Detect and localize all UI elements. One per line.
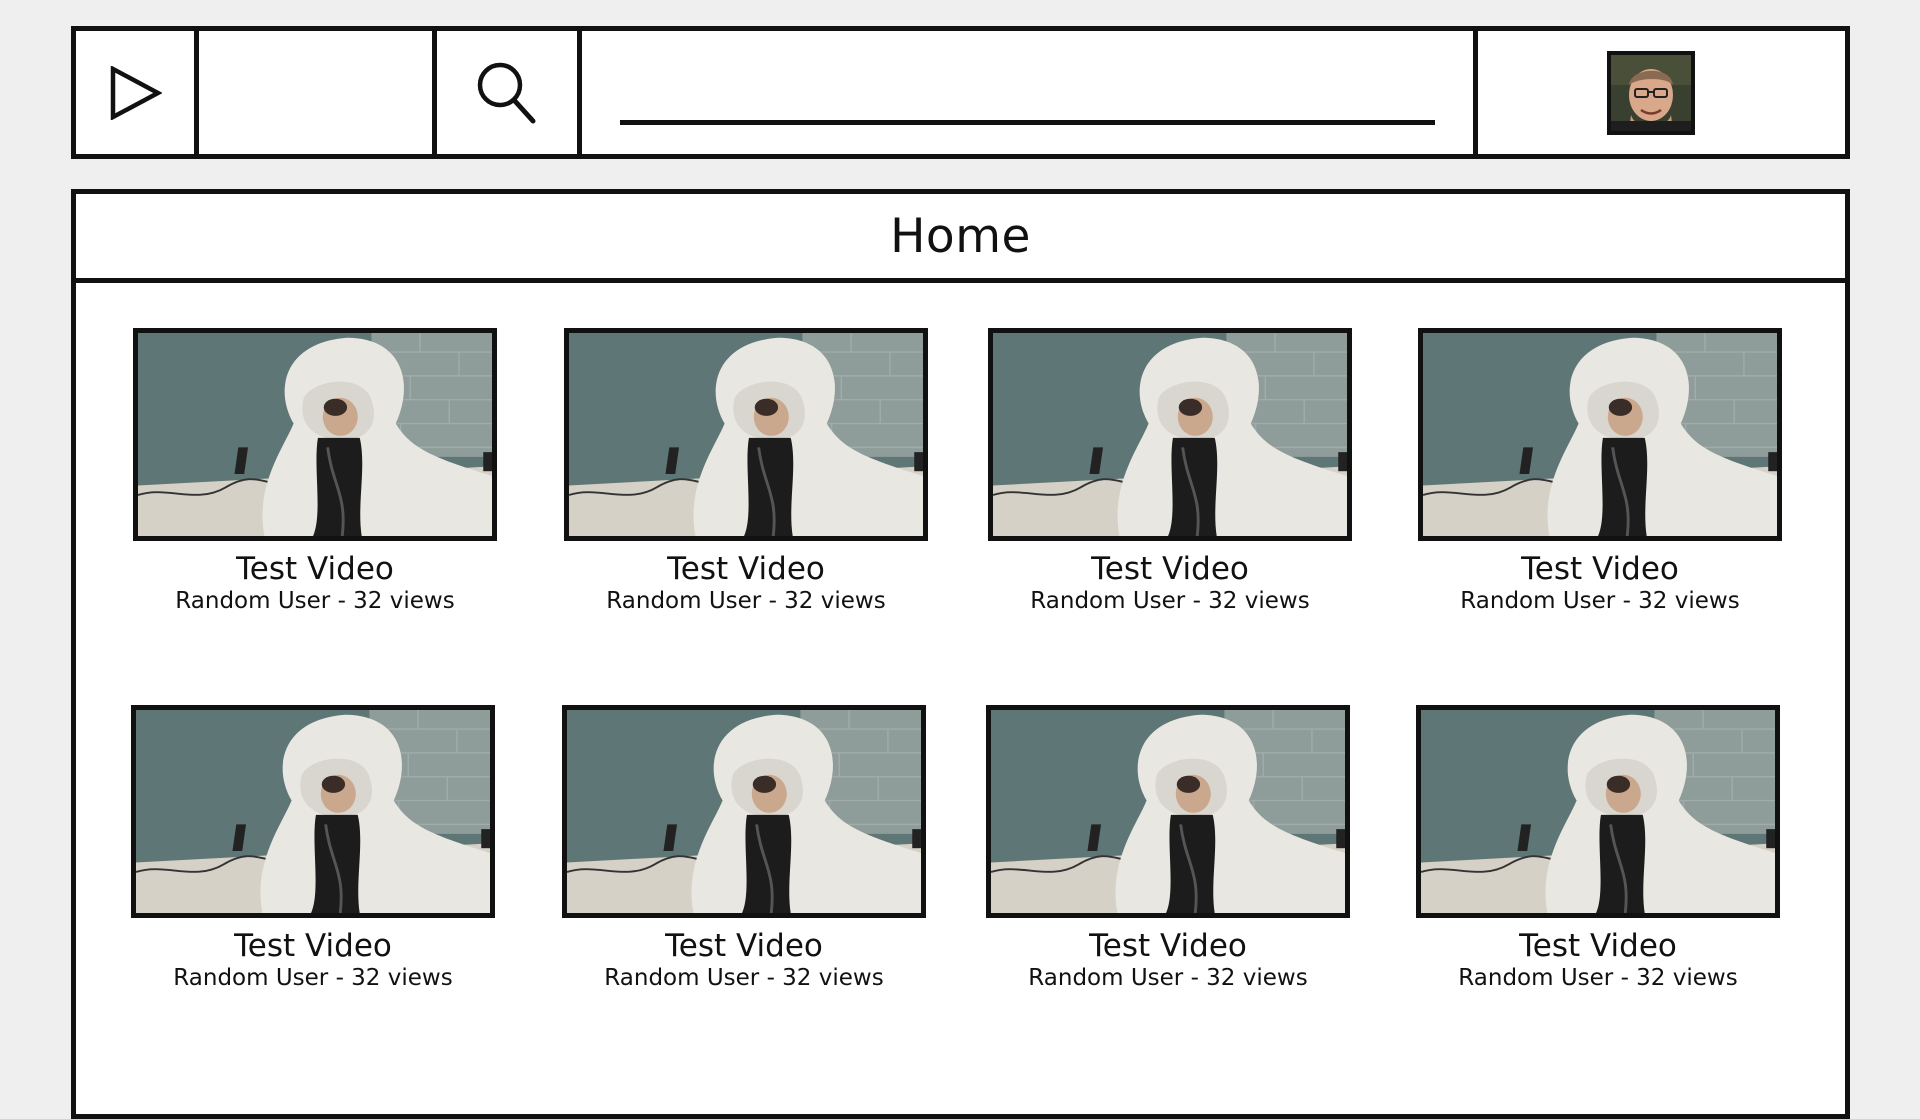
video-card[interactable]: Test Video Random User - 32 views [988, 328, 1352, 615]
video-thumbnail[interactable] [988, 328, 1352, 541]
user-avatar[interactable] [1606, 50, 1695, 135]
search-underline [620, 120, 1435, 125]
video-meta: Random User - 32 views [1030, 588, 1310, 614]
video-card[interactable]: Test Video Random User - 32 views [562, 705, 926, 992]
video-title[interactable]: Test Video [133, 551, 497, 587]
video-meta: Random User - 32 views [1028, 965, 1308, 991]
video-meta: Random User - 32 views [604, 965, 884, 991]
avatar-image [1611, 55, 1691, 131]
search-icon [477, 62, 536, 123]
video-title[interactable]: Test Video [1418, 551, 1782, 587]
video-meta: Random User - 32 views [606, 588, 886, 614]
video-meta: Random User - 32 views [173, 965, 453, 991]
video-title[interactable]: Test Video [131, 928, 495, 964]
search-input[interactable] [620, 70, 1435, 118]
search-field[interactable] [582, 31, 1478, 154]
video-thumbnail[interactable] [562, 705, 926, 918]
video-thumbnail[interactable] [133, 328, 497, 541]
video-thumbnail[interactable] [131, 705, 495, 918]
video-meta: Random User - 32 views [1458, 965, 1738, 991]
home-panel: Home Test Video Random User - 32 views T… [71, 189, 1850, 1119]
video-thumbnail[interactable] [986, 705, 1350, 918]
video-card[interactable]: Test Video Random User - 32 views [564, 328, 928, 615]
video-card[interactable]: Test Video Random User - 32 views [1416, 705, 1780, 992]
video-card[interactable]: Test Video Random User - 32 views [133, 328, 497, 615]
toolbar-empty-slot [199, 31, 437, 154]
video-card[interactable]: Test Video Random User - 32 views [986, 705, 1350, 992]
search-button[interactable] [437, 31, 582, 154]
video-title[interactable]: Test Video [986, 928, 1350, 964]
account-area [1478, 31, 1845, 154]
video-title[interactable]: Test Video [562, 928, 926, 964]
video-card[interactable]: Test Video Random User - 32 views [131, 705, 495, 992]
video-card[interactable]: Test Video Random User - 32 views [1418, 328, 1782, 615]
video-thumbnail[interactable] [1416, 705, 1780, 918]
panel-header: Home [76, 194, 1845, 283]
top-toolbar [71, 26, 1850, 159]
video-title[interactable]: Test Video [1416, 928, 1780, 964]
play-button[interactable] [76, 31, 199, 154]
play-icon [110, 65, 162, 120]
page-title: Home [890, 208, 1031, 264]
video-meta: Random User - 32 views [1460, 588, 1740, 614]
video-title[interactable]: Test Video [988, 551, 1352, 587]
video-thumbnail[interactable] [564, 328, 928, 541]
video-title[interactable]: Test Video [564, 551, 928, 587]
video-thumbnail[interactable] [1418, 328, 1782, 541]
video-meta: Random User - 32 views [175, 588, 455, 614]
